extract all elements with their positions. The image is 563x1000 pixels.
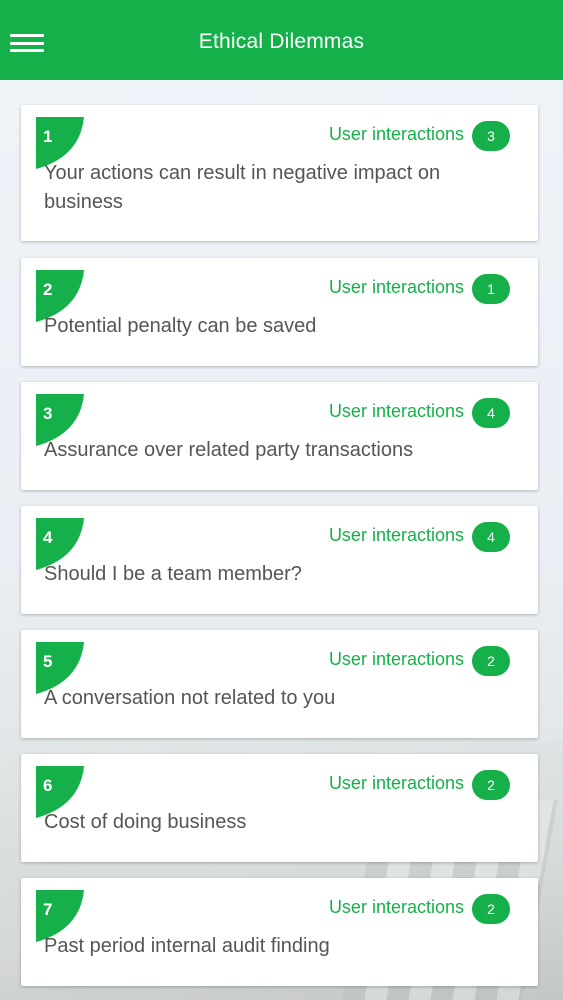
interaction-count-badge: 2 xyxy=(472,894,510,924)
dilemma-number: 1 xyxy=(43,127,53,146)
dilemma-title: A conversation not related to you xyxy=(44,687,336,709)
dilemma-title: Should I be a team member? xyxy=(44,563,302,585)
dilemma-card[interactable]: 7 User interactions 2 Past period intern… xyxy=(21,878,538,986)
dilemma-number: 3 xyxy=(43,404,53,423)
interaction-count-badge: 3 xyxy=(472,121,510,151)
dilemma-title: Assurance over related party transaction… xyxy=(44,439,414,461)
user-interactions-label: User interactions xyxy=(328,649,464,669)
dilemma-title: Cost of doing business xyxy=(44,811,247,833)
user-interactions-label: User interactions xyxy=(328,897,464,917)
dilemma-number: 7 xyxy=(43,900,53,919)
user-interactions-label: User interactions xyxy=(328,773,464,793)
user-interactions-label: User interactions xyxy=(328,124,464,144)
dilemma-number: 4 xyxy=(43,528,53,547)
dilemma-card[interactable]: 3 User interactions 4 Assurance over rel… xyxy=(21,382,538,490)
dilemma-card[interactable]: 5 User interactions 2 A conversation not… xyxy=(21,630,538,738)
dilemma-number: 5 xyxy=(43,652,53,671)
dilemma-number: 2 xyxy=(43,280,53,299)
dilemma-title: Your actions can result in negative impa… xyxy=(44,162,441,213)
interaction-count-badge: 4 xyxy=(472,522,510,552)
interaction-count-badge: 2 xyxy=(472,646,510,676)
interaction-count-badge: 2 xyxy=(472,770,510,800)
dilemma-title: Past period internal audit finding xyxy=(44,935,330,957)
page-title: Ethical Dilemmas xyxy=(198,30,365,53)
app-bar: Ethical Dilemmas xyxy=(0,0,563,80)
user-interactions-label: User interactions xyxy=(328,525,464,545)
dilemma-number: 6 xyxy=(43,776,53,795)
user-interactions-label: User interactions xyxy=(328,401,464,421)
dilemma-card[interactable]: 2 User interactions 1 Potential penalty … xyxy=(21,258,538,366)
dilemma-card[interactable]: 6 User interactions 2 Cost of doing busi… xyxy=(21,754,538,862)
interaction-count-badge: 1 xyxy=(472,274,510,304)
interaction-count-badge: 4 xyxy=(472,398,510,428)
dilemma-card[interactable]: 1 User interactions 3 Your actions can r… xyxy=(21,105,538,241)
user-interactions-label: User interactions xyxy=(328,277,464,297)
dilemma-card[interactable]: 4 User interactions 4 Should I be a team… xyxy=(21,506,538,614)
dilemma-title: Potential penalty can be saved xyxy=(44,315,317,337)
